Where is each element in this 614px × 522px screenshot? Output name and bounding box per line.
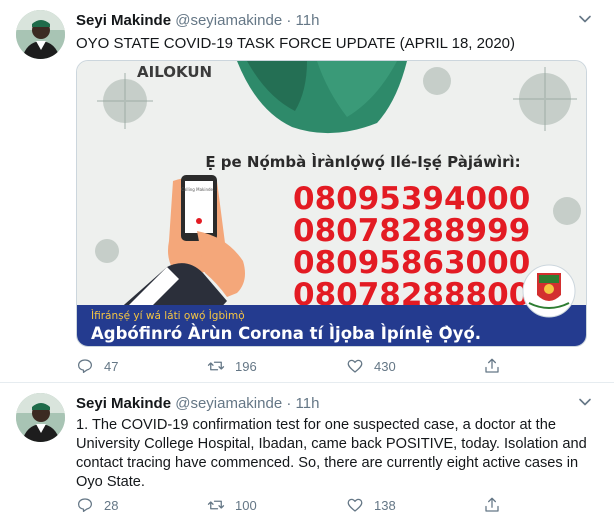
media-heading: Ẹ pe Nọ́mbà Ìrànlọ́wọ́ Ilé-Iṣẹ́ Pàjáwìrì… (205, 152, 520, 171)
like-button[interactable]: 430 (346, 357, 396, 375)
tweet-actions: 28 100 138 (76, 496, 516, 516)
tweet-header: Seyi Makinde @seyiamakinde · 11h (76, 12, 319, 30)
tweet-time[interactable]: 11h (296, 12, 320, 29)
tweet-text: OYO STATE COVID-19 TASK FORCE UPDATE (AP… (76, 35, 516, 52)
phone-number-3: 08095863000 (293, 245, 530, 281)
author-name[interactable]: Seyi Makinde (76, 395, 171, 412)
media-top-word: AILOKUN (137, 63, 212, 81)
banner-small-text: Ìfiránṣẹ́ yí wá láti ọwọ́ Ìgbìmọ̀ (91, 309, 245, 322)
time-separator: · (286, 395, 292, 412)
reply-icon (77, 498, 93, 513)
like-icon (347, 359, 363, 373)
retweet-button[interactable]: 196 (207, 357, 257, 375)
share-icon (485, 358, 499, 373)
retweet-icon (207, 361, 225, 371)
avatar[interactable] (16, 393, 65, 442)
retweet-icon (207, 500, 225, 510)
reply-count: 47 (104, 358, 119, 374)
tweet-media-image[interactable]: AILOKUN Ẹ pe Nọ́mbà Ìrànlọ́wọ́ Ilé-Iṣẹ́ … (76, 60, 587, 347)
like-count: 138 (374, 497, 396, 513)
tweet-header: Seyi Makinde @seyiamakinde · 11h (76, 395, 319, 413)
reply-icon (77, 359, 93, 374)
banner-large-text: Agbófinró Àrùn Corona tí Ìjọba Ìpínlẹ̀ Ọ… (91, 324, 481, 343)
like-button[interactable]: 138 (346, 496, 396, 514)
retweet-count: 100 (235, 497, 257, 513)
tweet-time[interactable]: 11h (296, 395, 320, 412)
retweet-button[interactable]: 100 (207, 496, 257, 514)
tweet[interactable]: Seyi Makinde @seyiamakinde · 11h OYO STA… (0, 0, 614, 382)
phone-number-1: 08095394000 (293, 181, 530, 217)
reply-button[interactable]: 28 (76, 496, 118, 514)
svg-text:Calling Makinde...: Calling Makinde... (181, 187, 217, 192)
like-icon (347, 498, 363, 512)
like-count: 430 (374, 358, 396, 374)
reply-button[interactable]: 47 (76, 357, 118, 375)
tweet[interactable]: Seyi Makinde @seyiamakinde · 11h 1. The … (0, 383, 614, 522)
chevron-down-icon[interactable] (576, 10, 594, 28)
tweet-actions: 47 196 430 (76, 357, 516, 377)
phone-number-2: 08078288999 (293, 213, 530, 249)
author-handle[interactable]: @seyiamakinde (175, 12, 282, 29)
oyo-state-crest-icon (522, 264, 576, 318)
share-button[interactable] (483, 496, 511, 514)
avatar[interactable] (16, 10, 65, 59)
share-icon (485, 497, 499, 512)
author-name[interactable]: Seyi Makinde (76, 12, 171, 29)
chevron-down-icon[interactable] (576, 393, 594, 411)
retweet-count: 196 (235, 358, 257, 374)
author-handle[interactable]: @seyiamakinde (175, 395, 282, 412)
tweet-text: 1. The COVID-19 confirmation test for on… (76, 417, 587, 490)
time-separator: · (286, 12, 292, 29)
share-button[interactable] (483, 357, 511, 375)
reply-count: 28 (104, 497, 119, 513)
